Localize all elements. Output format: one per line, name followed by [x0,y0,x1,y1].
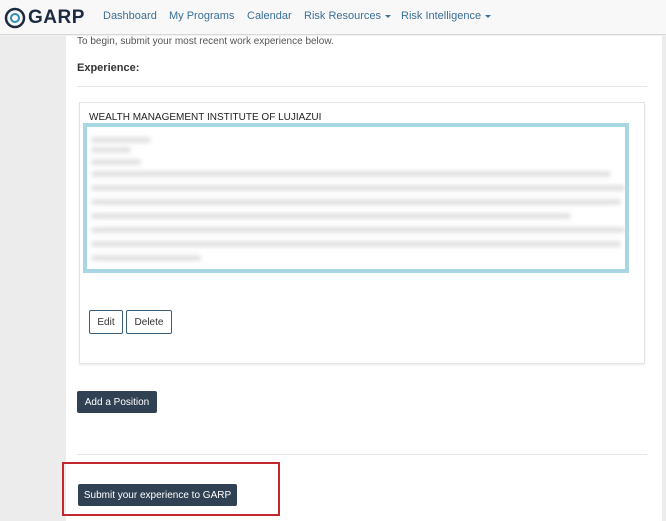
experience-heading: Experience: [77,62,140,74]
top-navbar: GARP Dashboard My Programs Calendar Risk… [0,0,666,35]
divider [77,454,647,455]
chevron-down-icon [485,14,492,18]
garp-logo-icon [4,7,26,29]
brand-name: GARP [28,7,85,28]
nav-risk-intelligence[interactable]: Risk Intelligence [401,10,492,22]
blurred-text [91,241,621,247]
blurred-text [91,199,621,205]
nav-my-programs[interactable]: My Programs [169,10,234,22]
blurred-text [91,171,611,177]
garp-logo[interactable]: GARP [4,6,85,30]
nav-risk-resources-label: Risk Resources [304,10,382,22]
blurred-text [91,213,571,219]
chevron-down-icon [385,14,392,18]
blurred-text [91,159,141,165]
left-gutter [0,36,66,521]
add-position-button[interactable]: Add a Position [77,391,157,413]
delete-button[interactable]: Delete [126,310,172,334]
nav-dashboard[interactable]: Dashboard [103,10,157,22]
company-name: WEALTH MANAGEMENT INSTITUTE OF LUJIAZUI [89,112,322,123]
nav-calendar[interactable]: Calendar [247,10,292,22]
nav-risk-resources[interactable]: Risk Resources [304,10,392,22]
blurred-text [91,147,131,153]
blurred-text [91,227,625,233]
right-gutter [662,36,666,521]
experience-card: WEALTH MANAGEMENT INSTITUTE OF LUJIAZUI … [79,102,645,364]
blurred-text [91,137,151,143]
blurred-text [91,255,201,261]
nav-risk-intelligence-label: Risk Intelligence [401,10,482,22]
blurred-text [91,185,625,191]
edit-button[interactable]: Edit [89,310,123,334]
main-panel: To begin, submit your most recent work e… [66,36,662,521]
divider [77,86,647,87]
submit-callout-box [62,462,280,516]
experience-description-highlight [83,123,629,273]
intro-text: To begin, submit your most recent work e… [77,36,334,47]
